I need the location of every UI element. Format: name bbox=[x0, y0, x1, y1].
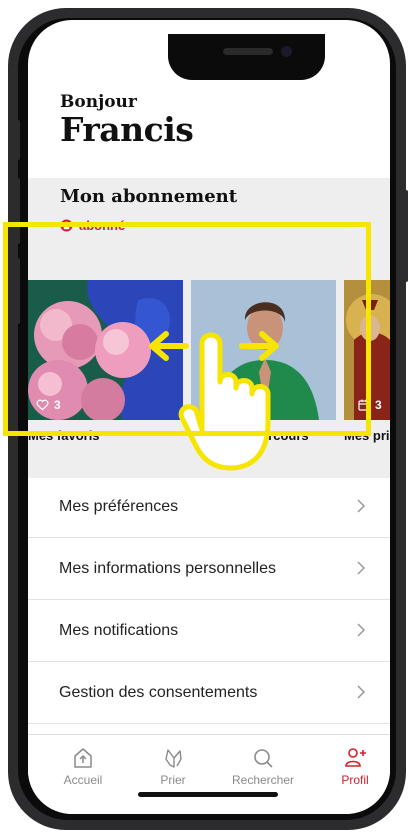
calendar-icon bbox=[358, 399, 370, 411]
menu-item-consents[interactable]: Gestion des consentements bbox=[28, 662, 390, 724]
greeting-hello: Bonjour bbox=[60, 92, 137, 112]
search-icon bbox=[254, 749, 273, 768]
menu-item-personal-info[interactable]: Mes informations personnelles bbox=[28, 538, 390, 600]
tab-accueil[interactable]: Accueil bbox=[48, 747, 118, 787]
volume-up-button bbox=[14, 178, 20, 244]
heart-icon bbox=[36, 399, 49, 411]
tab-label: Accueil bbox=[63, 773, 103, 787]
subscription-title: Mon abonnement bbox=[60, 186, 238, 207]
tab-prier[interactable]: Prier bbox=[138, 747, 208, 787]
home-indicator bbox=[138, 792, 278, 797]
card-prayers[interactable]: 3 Mes priè bbox=[344, 280, 390, 443]
mute-switch bbox=[14, 120, 20, 160]
collections-carousel[interactable]: 3 Mes favoris parcours 3 Mes pri bbox=[28, 274, 390, 471]
greeting-name: Francis bbox=[60, 110, 194, 149]
favorites-count: 3 bbox=[54, 398, 61, 412]
tab-rechercher[interactable]: Rechercher bbox=[228, 747, 298, 787]
lock-icon bbox=[60, 219, 73, 232]
chevron-right-icon bbox=[357, 561, 366, 575]
home-icon bbox=[74, 748, 92, 768]
power-button bbox=[402, 190, 408, 282]
prayers-count-badge: 3 bbox=[358, 398, 382, 412]
praying-hands-icon bbox=[165, 749, 182, 768]
chevron-right-icon bbox=[357, 623, 366, 637]
tab-profil[interactable]: Profil bbox=[320, 747, 390, 787]
tab-label: Prier bbox=[160, 773, 186, 787]
icon-painting-image: 3 bbox=[344, 280, 390, 420]
front-camera bbox=[281, 46, 292, 57]
tab-label: Rechercher bbox=[231, 773, 295, 787]
tab-bar: Accueil Prier Rechercher Profil bbox=[28, 734, 390, 814]
app-screen: Bonjour Francis Mon abonnement abonné 3 … bbox=[28, 20, 390, 814]
menu-item-label: Mes informations personnelles bbox=[59, 559, 276, 577]
tab-label: Profil bbox=[341, 773, 369, 787]
speaker bbox=[223, 48, 273, 55]
card-label: Mes priè bbox=[344, 428, 390, 443]
card-label: Mes favoris bbox=[28, 428, 100, 443]
chevron-right-icon bbox=[357, 685, 366, 699]
favorites-count-badge: 3 bbox=[36, 398, 61, 412]
profile-icon bbox=[345, 748, 366, 767]
menu-item-label: Gestion des consentements bbox=[59, 683, 258, 701]
profile-menu: Mes préférences Mes informations personn… bbox=[28, 476, 390, 724]
menu-item-preferences[interactable]: Mes préférences bbox=[28, 476, 390, 538]
volume-down-button bbox=[14, 258, 20, 324]
notch bbox=[168, 34, 325, 80]
menu-item-notifications[interactable]: Mes notifications bbox=[28, 600, 390, 662]
subscription-status: abonné bbox=[79, 218, 126, 233]
prayers-count: 3 bbox=[375, 398, 382, 412]
swipe-gesture-icon bbox=[149, 331, 279, 471]
subscription-status-badge: abonné bbox=[60, 218, 125, 233]
menu-item-label: Mes préférences bbox=[59, 497, 179, 515]
chevron-right-icon bbox=[357, 499, 366, 513]
menu-item-label: Mes notifications bbox=[59, 621, 179, 639]
